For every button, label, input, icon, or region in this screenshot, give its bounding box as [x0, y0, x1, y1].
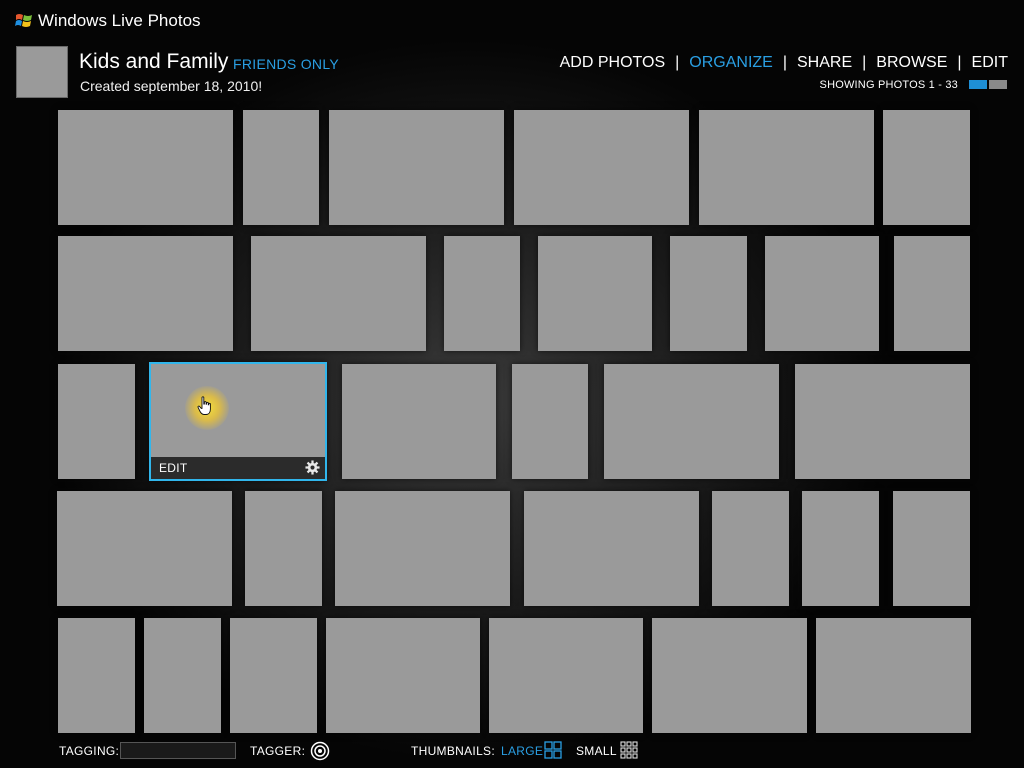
- thumbnail-size-large[interactable]: LARGE: [501, 744, 543, 758]
- photo-thumbnail[interactable]: [230, 618, 317, 733]
- hand-cursor-icon: [197, 396, 211, 415]
- photo-thumbnail[interactable]: [816, 618, 971, 733]
- photo-thumbnail[interactable]: [538, 236, 652, 351]
- photo-grid: EDIT: [0, 0, 1024, 740]
- photo-thumbnail[interactable]: [326, 618, 480, 733]
- photo-thumbnail[interactable]: [245, 491, 322, 606]
- tile-edit-button[interactable]: EDIT: [159, 461, 188, 475]
- photo-thumbnail[interactable]: [670, 236, 747, 351]
- thumbnail-size-small[interactable]: SMALL: [576, 744, 617, 758]
- large-grid-icon[interactable]: [544, 741, 562, 759]
- photo-thumbnail[interactable]: [58, 110, 233, 225]
- photo-thumbnail[interactable]: [795, 364, 970, 479]
- photo-thumbnail[interactable]: [712, 491, 789, 606]
- photo-thumbnail[interactable]: [444, 236, 520, 351]
- tagger-label: TAGGER:: [250, 744, 306, 758]
- photo-thumbnail[interactable]: [58, 618, 135, 733]
- photo-thumbnail[interactable]: [699, 110, 874, 225]
- small-grid-icon[interactable]: [620, 741, 638, 759]
- thumbnails-label: THUMBNAILS:: [411, 744, 495, 758]
- tile-toolbar: EDIT: [151, 457, 325, 479]
- photo-thumbnail[interactable]: [514, 110, 689, 225]
- photo-thumbnail[interactable]: [652, 618, 807, 733]
- photo-thumbnail[interactable]: [802, 491, 879, 606]
- bottom-toolbar: TAGGING: TAGGER: THUMBNAILS: LARGE SMALL: [0, 738, 1024, 768]
- photo-thumbnail-selected[interactable]: EDIT: [149, 362, 327, 481]
- photo-thumbnail[interactable]: [524, 491, 699, 606]
- photo-thumbnail[interactable]: [893, 491, 970, 606]
- photo-thumbnail[interactable]: [894, 236, 970, 351]
- photo-thumbnail[interactable]: [144, 618, 221, 733]
- photo-thumbnail[interactable]: [765, 236, 879, 351]
- tagger-target-icon[interactable]: [310, 741, 330, 761]
- tagging-input[interactable]: [120, 742, 236, 759]
- photo-thumbnail[interactable]: [243, 110, 319, 225]
- photo-thumbnail[interactable]: [883, 110, 970, 225]
- photo-thumbnail[interactable]: [251, 236, 426, 351]
- photo-thumbnail[interactable]: [329, 110, 504, 225]
- photo-thumbnail[interactable]: [604, 364, 779, 479]
- photo-thumbnail[interactable]: [342, 364, 496, 479]
- photo-thumbnail[interactable]: [489, 618, 643, 733]
- tagging-label: TAGGING:: [59, 744, 120, 758]
- photo-thumbnail[interactable]: [57, 491, 232, 606]
- photo-thumbnail[interactable]: [335, 491, 510, 606]
- photo-thumbnail[interactable]: [58, 364, 135, 479]
- gear-icon[interactable]: [305, 460, 320, 475]
- photo-thumbnail[interactable]: [58, 236, 233, 351]
- photo-thumbnail[interactable]: [512, 364, 588, 479]
